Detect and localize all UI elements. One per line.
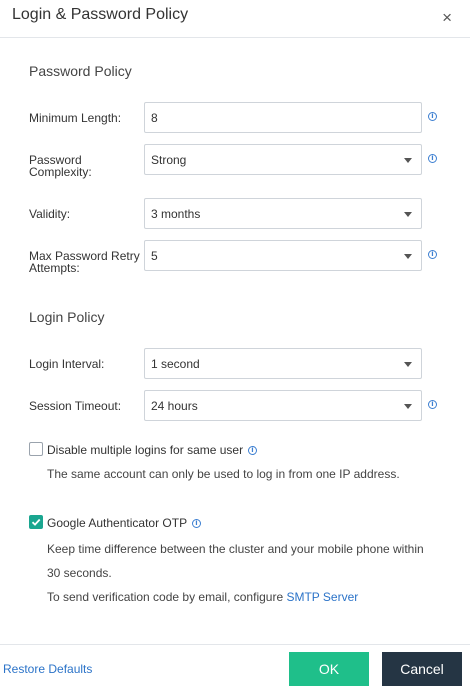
session-timeout-label: Session Timeout: [29, 399, 122, 413]
dialog-footer: Restore Defaults OK Cancel [0, 644, 470, 688]
info-circle-icon[interactable]: i [248, 446, 257, 455]
ok-button[interactable]: OK [289, 652, 369, 686]
multi-login-checkbox[interactable] [29, 442, 43, 456]
dialog-title: Login & Password Policy [12, 6, 189, 23]
info-circle-icon[interactable]: i [428, 400, 437, 409]
otp-description-line1: Keep time difference between the cluster… [47, 542, 424, 556]
session-timeout-value: 24 hours [151, 399, 198, 413]
multi-login-description: The same account can only be used to log… [47, 467, 400, 481]
cancel-button[interactable]: Cancel [382, 652, 462, 686]
caret-down-icon [404, 404, 412, 409]
complexity-label-line2: Complexity: [29, 165, 92, 179]
min-length-label: Minimum Length: [29, 111, 122, 125]
login-interval-select[interactable]: 1 second [144, 348, 422, 379]
complexity-value: Strong [151, 153, 187, 167]
info-circle-icon[interactable]: i [428, 112, 437, 121]
retry-label-line2: Attempts: [29, 261, 80, 275]
login-policy-heading: Login Policy [29, 309, 105, 325]
caret-down-icon [404, 362, 412, 367]
checkmark-icon [31, 518, 41, 526]
otp-checkbox[interactable] [29, 515, 43, 529]
restore-defaults-link[interactable]: Restore Defaults [3, 662, 92, 676]
validity-value: 3 months [151, 207, 201, 221]
info-circle-icon[interactable]: i [428, 250, 437, 259]
caret-down-icon [404, 212, 412, 217]
smtp-server-link[interactable]: SMTP Server [286, 590, 358, 604]
validity-select[interactable]: 3 months [144, 198, 422, 229]
login-interval-value: 1 second [151, 357, 200, 371]
session-timeout-select[interactable]: 24 hours [144, 390, 422, 421]
caret-down-icon [404, 158, 412, 163]
caret-down-icon [404, 254, 412, 259]
retry-select[interactable]: 5 [144, 240, 422, 271]
otp-email-prefix: To send verification code by email, conf… [47, 590, 287, 604]
login-interval-label: Login Interval: [29, 357, 105, 371]
min-length-input[interactable]: 8 [144, 102, 422, 133]
multi-login-label[interactable]: Disable multiple logins for same user [47, 443, 243, 457]
retry-value: 5 [151, 249, 158, 263]
otp-email-note: To send verification code by email, conf… [47, 590, 358, 604]
close-icon[interactable]: × [442, 8, 452, 28]
min-length-value: 8 [151, 111, 158, 125]
validity-label: Validity: [29, 207, 71, 221]
password-policy-heading: Password Policy [29, 63, 132, 79]
dialog-header: Login & Password Policy × [0, 0, 470, 38]
info-circle-icon[interactable]: i [428, 154, 437, 163]
otp-description-line2: 30 seconds. [47, 566, 112, 580]
complexity-select[interactable]: Strong [144, 144, 422, 175]
info-circle-icon[interactable]: i [192, 519, 201, 528]
otp-label[interactable]: Google Authenticator OTP [47, 516, 187, 530]
